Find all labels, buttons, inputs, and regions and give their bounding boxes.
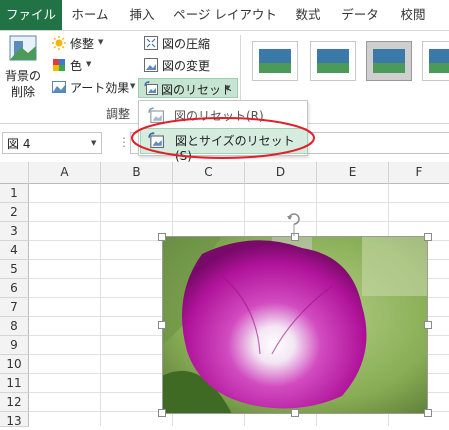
- row-header[interactable]: 4: [0, 241, 29, 260]
- picture-style-thumb[interactable]: [310, 41, 356, 81]
- change-picture-label: 図の変更: [162, 59, 211, 73]
- resize-handle[interactable]: [424, 409, 432, 417]
- row-header[interactable]: 9: [0, 336, 29, 355]
- reset-picture-label: 図のリセット: [161, 83, 234, 97]
- artistic-effects-button[interactable]: アート効果 ▼: [52, 78, 136, 96]
- select-all-corner[interactable]: [0, 162, 29, 184]
- row-header[interactable]: 13: [0, 412, 29, 428]
- chevron-down-icon: ▼: [86, 60, 92, 68]
- row-header[interactable]: 6: [0, 279, 29, 298]
- name-box[interactable]: 図 4 ▼: [2, 132, 102, 154]
- compress-label: 図の圧縮: [162, 37, 211, 51]
- chevron-down-icon: ▼: [130, 82, 136, 90]
- ribbon-tab-bar: ファイル ホーム 挿入 ページ レイアウト 数式 データ 校閲: [0, 0, 449, 31]
- change-picture-icon: [144, 58, 158, 72]
- compress-icon: [144, 36, 158, 50]
- row-header[interactable]: 12: [0, 393, 29, 412]
- corrections-icon: [52, 36, 66, 50]
- chevron-down-icon: ▼: [225, 84, 231, 92]
- tab-data[interactable]: データ: [332, 0, 388, 30]
- annotation-ellipse: [131, 117, 315, 159]
- row-header[interactable]: 2: [0, 203, 29, 222]
- tab-formulas[interactable]: 数式: [284, 0, 332, 30]
- picture-style-thumb[interactable]: [422, 41, 449, 81]
- chevron-down-icon: ▼: [98, 38, 104, 46]
- row-header[interactable]: 8: [0, 317, 29, 336]
- rotate-handle-icon[interactable]: [286, 212, 302, 236]
- row-header[interactable]: 5: [0, 260, 29, 279]
- corrections-label: 修整: [70, 37, 95, 51]
- column-header[interactable]: E: [317, 162, 389, 184]
- tab-home[interactable]: ホーム: [62, 0, 118, 30]
- resize-handle[interactable]: [424, 233, 432, 241]
- row-header[interactable]: 1: [0, 184, 29, 203]
- color-button[interactable]: 色 ▼: [52, 56, 102, 74]
- reset-picture-button[interactable]: 図のリセット ▼: [138, 78, 238, 98]
- grid-line: [100, 184, 101, 426]
- column-header[interactable]: F: [389, 162, 449, 184]
- row-header[interactable]: 10: [0, 355, 29, 374]
- column-header[interactable]: B: [101, 162, 173, 184]
- remove-background-label-2: 削除: [10, 85, 35, 99]
- resize-handle[interactable]: [291, 409, 299, 417]
- compress-pictures-button[interactable]: 図の圧縮: [140, 34, 220, 52]
- remove-background-icon: [9, 35, 37, 61]
- column-header[interactable]: A: [29, 162, 101, 184]
- resize-handle[interactable]: [158, 409, 166, 417]
- corrections-button[interactable]: 修整 ▼: [52, 34, 116, 52]
- picture-style-thumb[interactable]: [366, 41, 412, 81]
- column-header[interactable]: C: [173, 162, 245, 184]
- resize-handle[interactable]: [158, 321, 166, 329]
- tab-insert[interactable]: 挿入: [118, 0, 166, 30]
- chevron-down-icon: ▼: [91, 139, 97, 147]
- row-header[interactable]: 3: [0, 222, 29, 241]
- row-header[interactable]: 11: [0, 374, 29, 393]
- reset-picture-icon: [144, 81, 158, 95]
- picture-style-thumb[interactable]: [252, 41, 298, 81]
- tab-page-layout[interactable]: ページ レイアウト: [166, 0, 284, 30]
- tab-review[interactable]: 校閲: [388, 0, 438, 30]
- column-header[interactable]: D: [245, 162, 317, 184]
- adjust-group-label: 調整: [106, 107, 131, 121]
- name-box-value: 図 4: [7, 137, 31, 151]
- remove-background-button[interactable]: 背景の 削除: [2, 31, 44, 101]
- grid-line: [29, 221, 449, 222]
- color-icon: [53, 59, 65, 71]
- change-picture-button[interactable]: 図の変更: [140, 56, 220, 74]
- resize-handle[interactable]: [424, 321, 432, 329]
- color-label: 色: [70, 59, 83, 73]
- row-header[interactable]: 7: [0, 298, 29, 317]
- resize-handle[interactable]: [158, 233, 166, 241]
- artistic-effects-label: アート効果: [70, 81, 130, 95]
- picture-selection-border: [162, 236, 428, 414]
- artistic-effects-icon: [52, 81, 66, 93]
- remove-background-label-1: 背景の: [4, 69, 41, 83]
- grid-line: [29, 202, 449, 203]
- tab-file[interactable]: ファイル: [0, 0, 62, 30]
